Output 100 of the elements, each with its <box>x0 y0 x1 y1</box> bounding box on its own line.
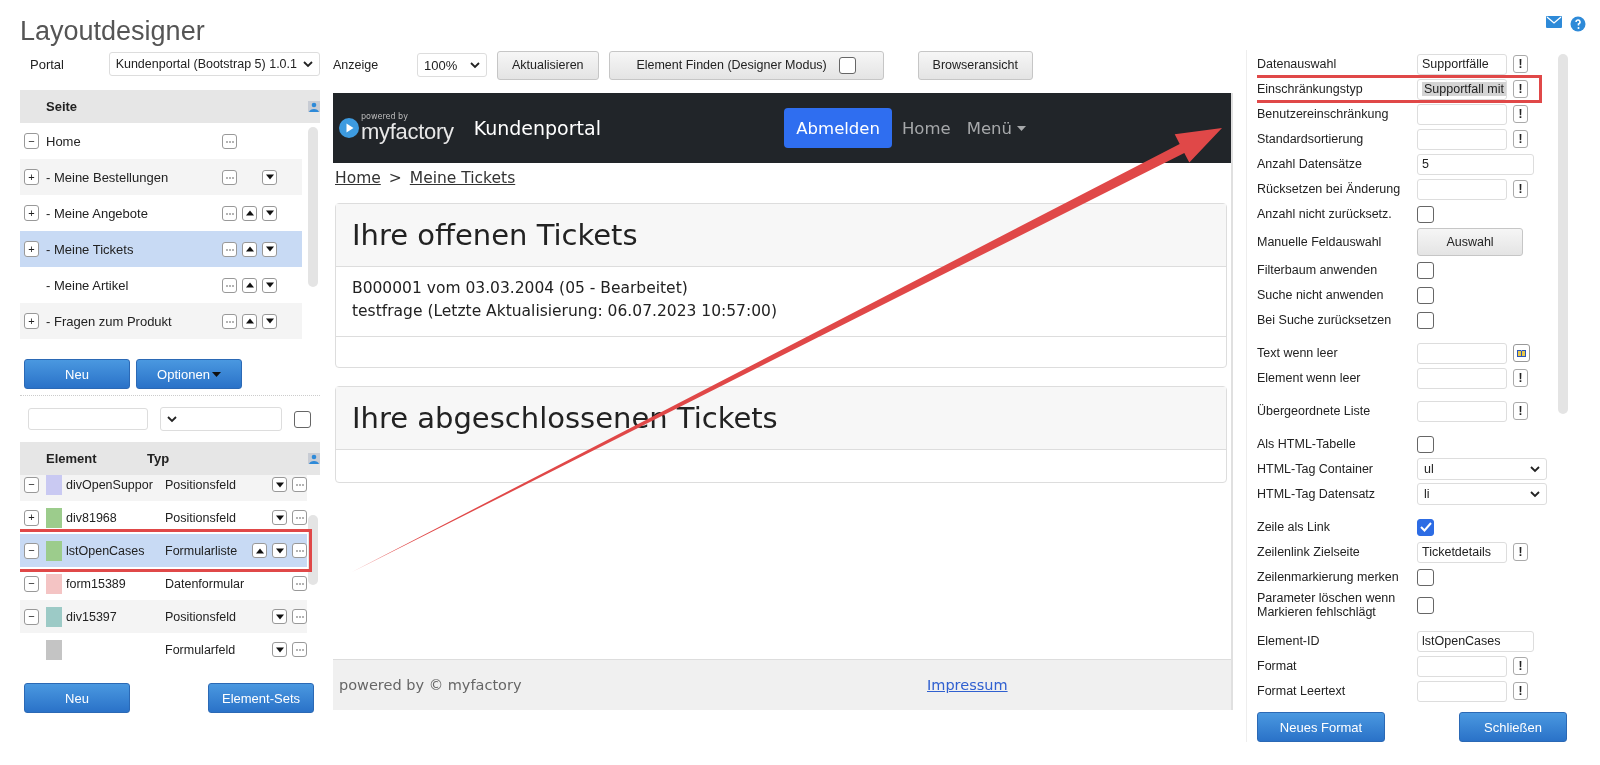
more-button[interactable] <box>222 313 237 329</box>
move-down-button[interactable] <box>272 510 287 525</box>
new-format-button[interactable]: Neues Format <box>1257 712 1385 742</box>
exclamation-button[interactable]: ! <box>1513 543 1528 561</box>
expand-toggle[interactable]: + <box>24 205 39 221</box>
element-item[interactable]: − divOpenSuppor Positionsfeld <box>20 475 307 501</box>
search-field[interactable] <box>28 408 148 430</box>
more-button[interactable] <box>292 576 307 591</box>
exclamation-button[interactable]: ! <box>1513 369 1528 387</box>
scrollbar[interactable] <box>308 127 318 287</box>
move-down-button[interactable] <box>272 642 287 657</box>
expand-toggle[interactable]: − <box>24 608 39 625</box>
input-field[interactable] <box>1417 128 1507 150</box>
expand-toggle[interactable]: + <box>24 241 39 257</box>
checkbox[interactable] <box>1417 518 1434 536</box>
tag-select[interactable]: li <box>1417 483 1547 505</box>
exclamation-button[interactable]: ! <box>1513 80 1528 98</box>
mail-icon[interactable] <box>1546 16 1562 28</box>
exclamation-button[interactable]: ! <box>1513 657 1528 675</box>
more-button[interactable] <box>222 205 237 221</box>
checkbox[interactable] <box>1417 596 1434 614</box>
checkbox[interactable] <box>1417 311 1434 329</box>
move-down-button[interactable] <box>262 241 277 257</box>
page-item[interactable]: + - Meine Tickets <box>20 231 302 267</box>
input-field[interactable] <box>1417 655 1507 677</box>
lookup-button[interactable] <box>1513 344 1530 362</box>
more-button[interactable] <box>292 609 307 624</box>
more-button[interactable] <box>222 241 237 257</box>
page-item[interactable]: − Home <box>20 123 302 159</box>
tag-select[interactable]: ul <box>1417 458 1547 480</box>
scrollbar[interactable] <box>308 515 318 585</box>
expand-toggle[interactable]: + <box>24 509 39 526</box>
input-field[interactable]: lstOpenCases <box>1417 630 1534 652</box>
move-down-button[interactable] <box>272 477 287 492</box>
checkbox[interactable] <box>1417 205 1434 223</box>
more-button[interactable] <box>222 133 237 149</box>
input-field[interactable] <box>1417 103 1507 125</box>
refresh-button[interactable]: Aktualisieren <box>497 50 599 80</box>
zoom-select[interactable]: 100% <box>417 53 487 77</box>
exclamation-button[interactable]: ! <box>1513 682 1528 700</box>
select-button[interactable]: Auswahl <box>1417 228 1523 256</box>
expand-toggle[interactable]: + <box>24 169 39 185</box>
expand-toggle[interactable]: − <box>24 575 39 592</box>
find-element-button[interactable]: Element Finden (Designer Modus) <box>608 50 884 80</box>
input-field[interactable] <box>1417 367 1507 389</box>
exclamation-button[interactable]: ! <box>1513 180 1528 198</box>
move-down-button[interactable] <box>262 169 277 185</box>
more-button[interactable] <box>222 277 237 293</box>
new-button[interactable]: Neu <box>24 359 130 389</box>
expand-toggle[interactable]: + <box>24 313 39 329</box>
input-field[interactable]: 5 <box>1417 153 1534 175</box>
options-button[interactable]: Optionen <box>136 359 242 389</box>
move-up-button[interactable] <box>242 205 257 221</box>
checkbox[interactable] <box>1417 261 1434 279</box>
portal-select[interactable]: Kundenportal (Bootstrap 5) 1.0.1 <box>108 52 320 76</box>
more-button[interactable] <box>222 169 237 185</box>
element-item[interactable]: + div81968 Positionsfeld <box>20 501 307 534</box>
exclamation-button[interactable]: ! <box>1513 55 1528 73</box>
move-up-button[interactable] <box>252 543 267 558</box>
page-item[interactable]: + - Fragen zum Produkt <box>20 303 302 339</box>
logout-button[interactable]: Abmelden <box>784 108 892 148</box>
input-field[interactable]: Ticketdetails <box>1417 541 1507 563</box>
element-item[interactable]: − form15389 Datenformular <box>20 567 307 600</box>
image-icon[interactable] <box>308 453 320 464</box>
browser-view-button[interactable]: Browseransicht <box>917 50 1034 80</box>
brand-logo[interactable]: myfactory <box>361 121 454 143</box>
checkbox[interactable] <box>294 410 311 428</box>
move-down-button[interactable] <box>262 313 277 329</box>
imprint-link[interactable]: Impressum <box>927 677 1008 693</box>
scrollbar[interactable] <box>1558 54 1568 414</box>
exclamation-button[interactable]: ! <box>1513 130 1528 148</box>
input-field[interactable]: Supportfall mit <box>1417 78 1507 100</box>
help-icon[interactable] <box>1570 16 1586 32</box>
move-down-button[interactable] <box>262 277 277 293</box>
move-down-button[interactable] <box>272 609 287 624</box>
image-icon[interactable] <box>308 101 320 112</box>
page-item[interactable]: + - Meine Angebote <box>20 195 302 231</box>
expand-toggle[interactable]: − <box>24 476 39 493</box>
breadcrumb-link[interactable]: Meine Tickets <box>409 169 516 187</box>
breadcrumb-link[interactable]: Home <box>335 169 381 187</box>
nav-link[interactable]: Menü <box>966 118 1026 138</box>
new-button[interactable]: Neu <box>24 683 130 713</box>
exclamation-button[interactable]: ! <box>1513 105 1528 123</box>
expand-toggle[interactable]: − <box>24 133 39 149</box>
element-item[interactable]: Formularfeld <box>20 633 307 666</box>
element-sets-button[interactable]: Element-Sets <box>208 683 314 713</box>
move-down-button[interactable] <box>262 205 277 221</box>
input-field[interactable] <box>1417 680 1507 702</box>
more-button[interactable] <box>292 510 307 525</box>
move-up-button[interactable] <box>242 313 257 329</box>
move-up-button[interactable] <box>242 277 257 293</box>
page-item[interactable]: + - Meine Bestellungen <box>20 159 302 195</box>
nav-link[interactable]: Home <box>901 118 951 138</box>
close-button[interactable]: Schließen <box>1459 712 1567 742</box>
expand-toggle[interactable]: − <box>24 542 39 559</box>
move-up-button[interactable] <box>242 241 257 257</box>
checkbox[interactable] <box>1417 435 1434 453</box>
move-down-button[interactable] <box>272 543 287 558</box>
checkbox[interactable] <box>1417 286 1434 304</box>
exclamation-button[interactable]: ! <box>1513 402 1528 420</box>
